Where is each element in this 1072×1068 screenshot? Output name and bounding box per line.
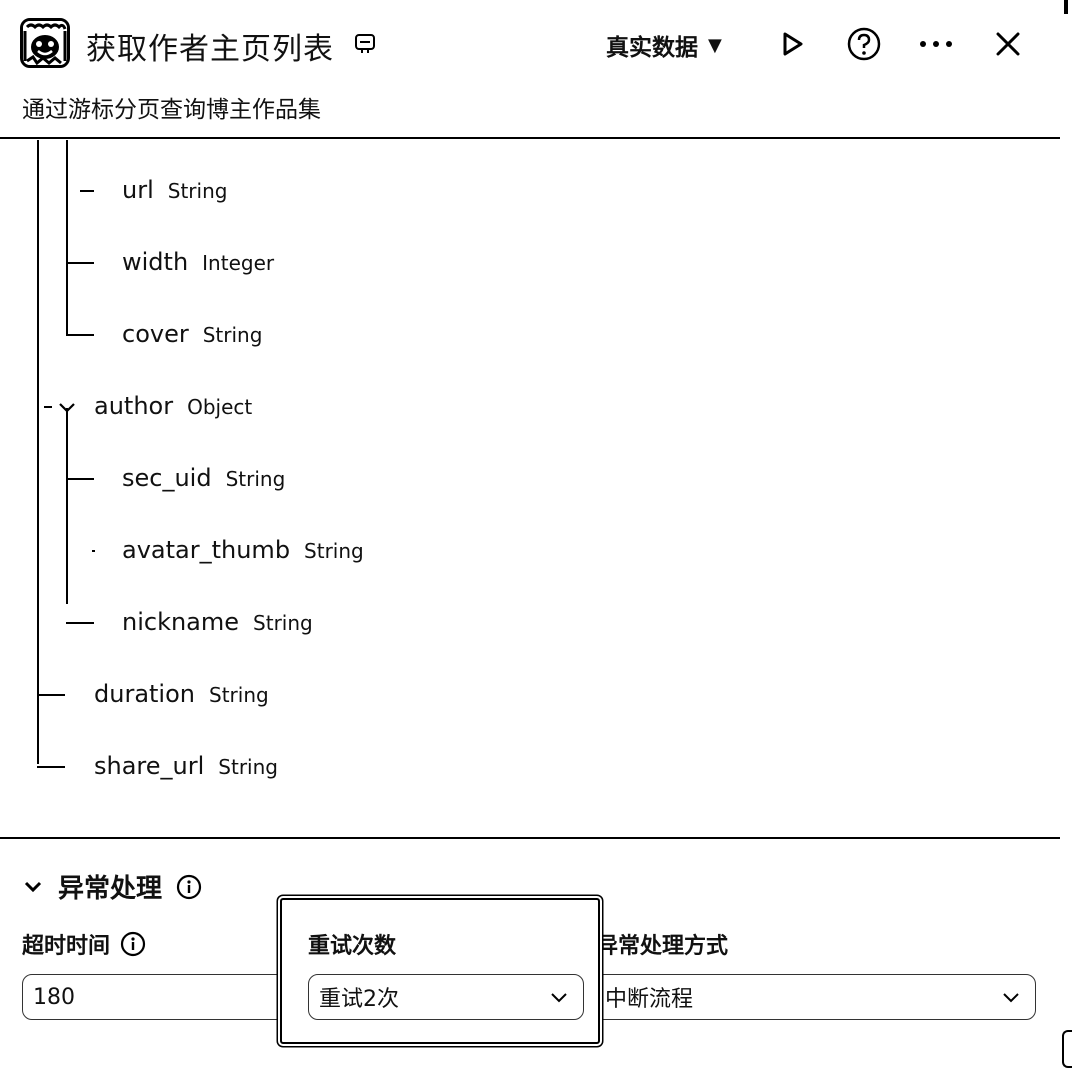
retry-label: 重试次数 <box>308 934 397 959</box>
handling-value: 中断流程 <box>605 987 694 1012</box>
field-type: String <box>304 539 364 563</box>
tree-connector <box>66 334 94 336</box>
field-name: url <box>122 176 154 204</box>
chevron-down-icon <box>551 993 567 1003</box>
section-divider <box>0 837 1060 839</box>
tree-node-avatar-thumb[interactable]: avatar_thumb String <box>122 536 364 564</box>
tree-connector <box>92 550 95 552</box>
timeout-input[interactable]: 180 s <box>22 974 298 1020</box>
info-icon[interactable] <box>176 874 202 900</box>
field-type: Integer <box>202 251 275 275</box>
tree-guide-line <box>37 140 39 764</box>
chevron-down-icon <box>1003 993 1019 1003</box>
retry-field-focus-frame <box>280 898 600 1044</box>
tree-connector <box>80 190 94 192</box>
tree-node-sec-uid[interactable]: sec_uid String <box>122 464 285 492</box>
field-type: Object <box>187 395 253 419</box>
timeout-label: 超时时间 <box>22 928 146 960</box>
help-button[interactable] <box>844 24 884 64</box>
field-type: String <box>253 611 313 635</box>
field-name: width <box>122 248 189 276</box>
exception-section-toggle[interactable]: 异常处理 <box>22 868 202 905</box>
field-type: String <box>202 323 263 347</box>
field-type: String <box>209 683 269 707</box>
page-subtitle: 通过游标分页查询博主作品集 <box>22 97 321 123</box>
field-name: duration <box>94 680 195 708</box>
page-title: 获取作者主页列表 <box>86 32 334 67</box>
field-type: String <box>167 179 228 203</box>
tree-node-duration[interactable]: duration String <box>94 680 269 708</box>
field-name: share_url <box>94 752 205 780</box>
run-button[interactable] <box>772 24 812 64</box>
tree-guide-line <box>66 408 68 604</box>
timeout-label-text: 超时时间 <box>22 934 111 959</box>
field-name: sec_uid <box>122 464 212 492</box>
tree-guide-line <box>66 140 68 336</box>
window-edge-mark <box>1064 0 1068 14</box>
retry-value: 重试2次 <box>319 987 399 1012</box>
chevron-down-icon[interactable] <box>58 399 76 417</box>
tree-connector <box>66 478 94 480</box>
field-name: cover <box>122 320 189 348</box>
section-title: 异常处理 <box>58 874 163 904</box>
output-schema-tree: url String width Integer cover String au… <box>0 140 1060 838</box>
field-type: String <box>218 755 278 779</box>
tree-connector <box>37 694 65 696</box>
handling-label: 异常处理方式 <box>596 934 729 959</box>
run-play-icon <box>783 32 803 56</box>
tree-node-url[interactable]: url String <box>122 176 227 204</box>
panel-header: 获取作者主页列表 真实数据 ▼ 通过游标分页查询博主作品集 <box>0 0 1072 140</box>
scrollbar-thumb[interactable] <box>1062 1030 1072 1068</box>
handling-select[interactable]: 中断流程 <box>594 974 1036 1020</box>
open-in-panel-icon[interactable] <box>353 32 377 56</box>
tree-node-width[interactable]: width Integer <box>122 248 274 276</box>
data-mode-select[interactable]: 真实数据 ▼ <box>606 28 722 62</box>
tree-node-nickname[interactable]: nickname String <box>122 608 313 636</box>
info-icon[interactable] <box>120 931 146 957</box>
data-mode-label: 真实数据 <box>606 35 698 61</box>
field-name: nickname <box>122 608 240 636</box>
tree-connector <box>37 766 65 768</box>
close-icon <box>996 32 1020 56</box>
field-type: String <box>225 467 286 491</box>
tree-connector <box>66 622 94 624</box>
tree-node-share-url[interactable]: share_url String <box>94 752 278 780</box>
timeout-value: 180 <box>33 984 75 1010</box>
field-name: avatar_thumb <box>122 536 291 564</box>
chevron-down-icon <box>24 881 42 892</box>
sticker-logo-icon <box>20 18 70 68</box>
tree-connector <box>66 262 94 264</box>
caret-down-icon: ▼ <box>708 34 722 56</box>
more-icon <box>920 41 952 47</box>
more-options-button[interactable] <box>916 24 956 64</box>
header-divider <box>0 137 1060 139</box>
retry-select[interactable]: 重试2次 <box>308 974 584 1020</box>
tree-node-cover[interactable]: cover String <box>122 320 262 348</box>
field-name: author <box>94 392 174 420</box>
tree-connector <box>44 406 52 408</box>
help-icon <box>847 27 881 61</box>
close-button[interactable] <box>988 24 1028 64</box>
tree-node-author[interactable]: author Object <box>94 392 252 420</box>
